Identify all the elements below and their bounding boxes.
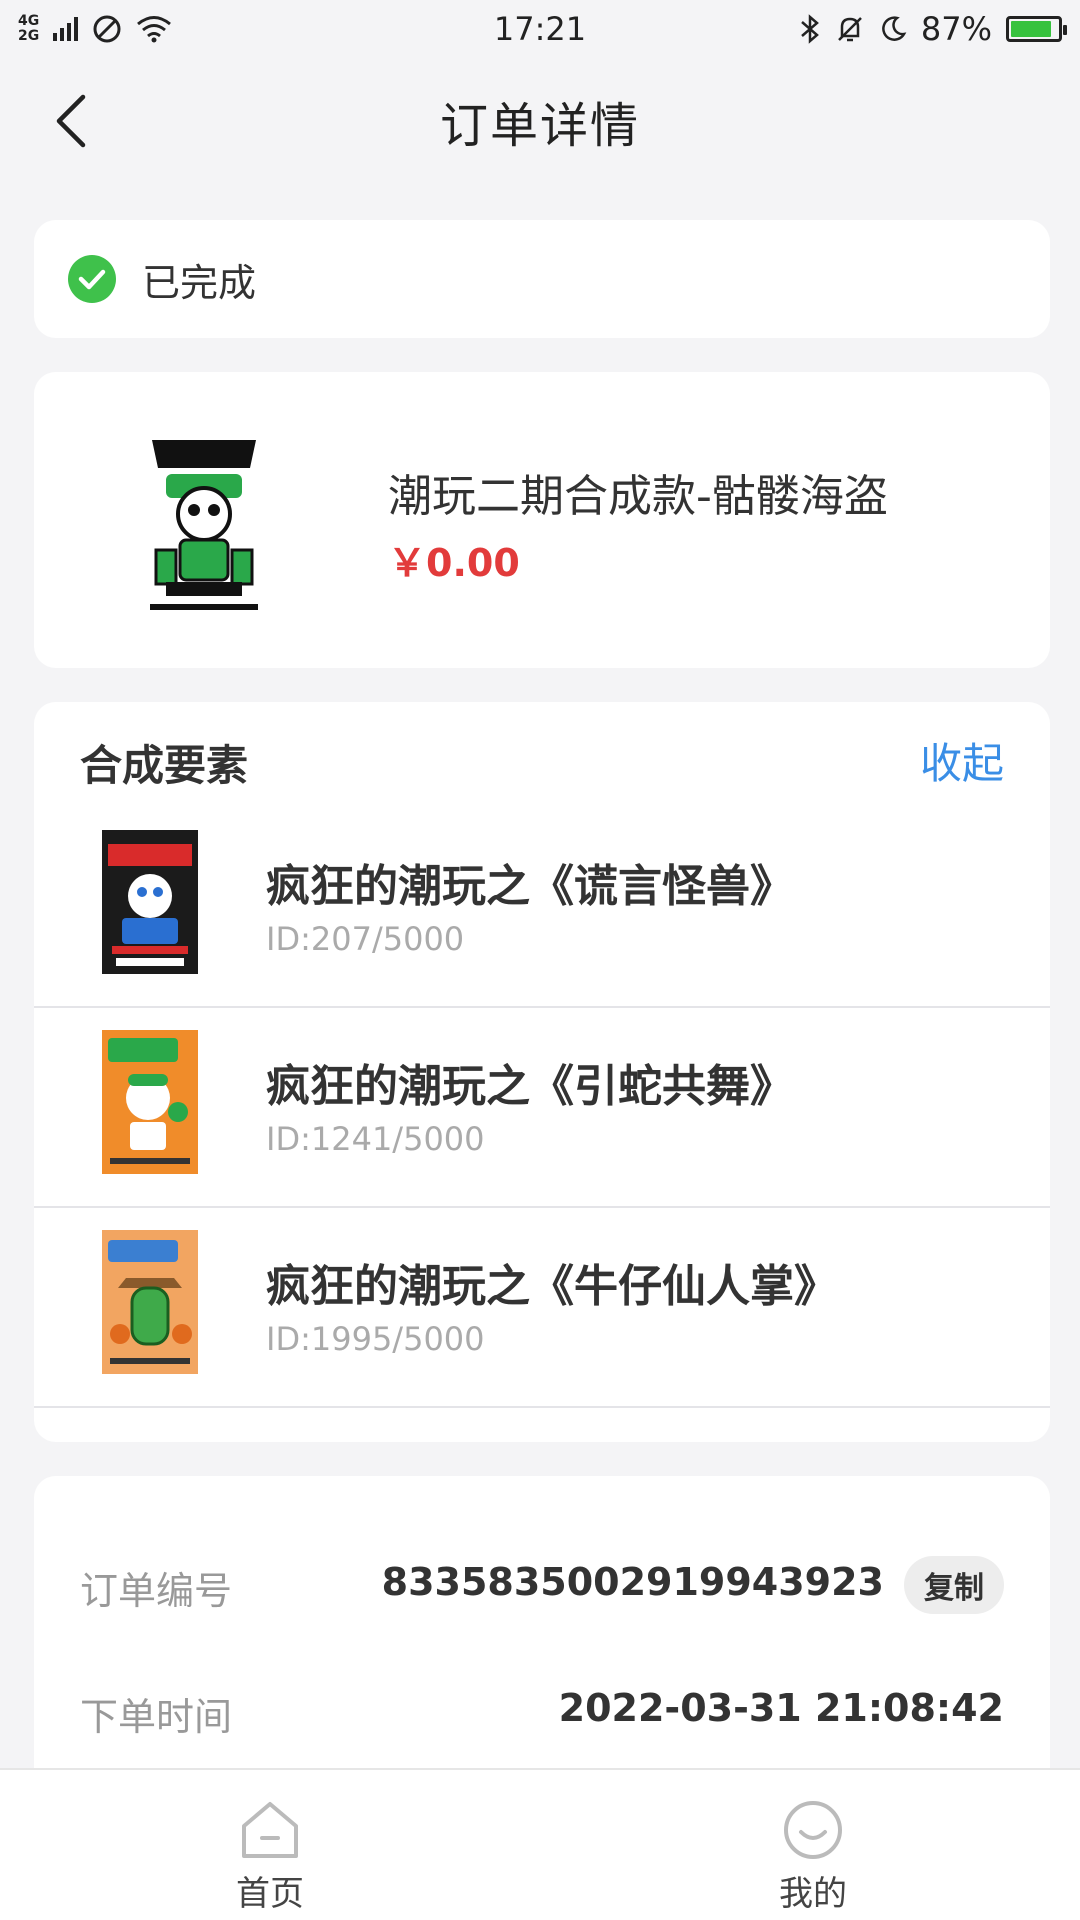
home-icon — [242, 1802, 298, 1858]
item-thumbnail — [102, 1030, 198, 1174]
bell-off-icon — [837, 17, 862, 42]
dnd-icon — [93, 15, 121, 43]
order-status-text: 已完成 — [142, 260, 257, 305]
product-name: 潮玩二期合成款-骷髅海盗 — [388, 471, 888, 522]
chevron-left-icon — [56, 94, 86, 148]
check-circle-icon — [68, 255, 116, 303]
product-card[interactable]: 潮玩二期合成款-骷髅海盗 ￥0.00 — [34, 372, 1050, 668]
item-id: ID:1995/5000 — [266, 1320, 485, 1358]
product-price: ￥0.00 — [388, 541, 520, 585]
back-button[interactable] — [40, 86, 100, 156]
status-left: 4G 2G — [18, 14, 172, 44]
order-time-label: 下单时间 — [80, 1695, 233, 1739]
signal-icon — [53, 17, 79, 41]
header: 订单详情 — [0, 58, 1080, 184]
battery-level — [1011, 21, 1052, 37]
list-item[interactable]: 疯狂的潮玩之《引蛇共舞》 ID:1241/5000 — [34, 1008, 1050, 1208]
network-2g: 2G — [18, 28, 40, 44]
bluetooth-icon — [801, 14, 819, 44]
order-number-value: 8335835002919943923 — [381, 1560, 884, 1604]
wifi-icon — [137, 16, 172, 43]
synthesis-elements-card: 合成要素 收起 疯狂的潮玩之《谎言怪兽》 ID:207/5000 疯狂的潮玩之《… — [34, 702, 1050, 1442]
clock: 17:21 — [493, 10, 587, 48]
order-number-label: 订单编号 — [80, 1569, 233, 1613]
battery-percent: 87% — [920, 10, 992, 48]
moon-icon — [882, 16, 907, 41]
status-right: 87% — [799, 10, 1067, 48]
item-name: 疯狂的潮玩之《牛仔仙人掌》 — [266, 1261, 838, 1312]
list-item[interactable]: 疯狂的潮玩之《谎言怪兽》 ID:207/5000 — [34, 808, 1050, 1008]
item-name: 疯狂的潮玩之《引蛇共舞》 — [266, 1061, 794, 1112]
nav-mine-label: 我的 — [779, 1874, 847, 1914]
network-4g: 4G — [18, 13, 40, 29]
page-title: 订单详情 — [439, 98, 640, 154]
item-thumbnail — [102, 1230, 198, 1374]
list-item[interactable]: 疯狂的潮玩之《牛仔仙人掌》 ID:1995/5000 — [34, 1208, 1050, 1408]
copy-button[interactable]: 复制 — [904, 1556, 1004, 1614]
product-image — [146, 422, 262, 618]
item-id: ID:1241/5000 — [266, 1120, 485, 1158]
item-id: ID:207/5000 — [266, 920, 465, 958]
network-type: 4G 2G — [18, 14, 39, 44]
status-bar: 4G 2G 17:21 87% — [0, 0, 1080, 58]
order-time-value: 2022-03-31 21:08:42 — [558, 1686, 1004, 1730]
item-name: 疯狂的潮玩之《谎言怪兽》 — [266, 861, 794, 912]
item-thumbnail — [102, 830, 198, 974]
nav-home-label: 首页 — [236, 1874, 304, 1914]
smile-icon — [784, 1801, 842, 1859]
bottom-nav: 首页 我的 — [0, 1768, 1080, 1920]
nav-mine[interactable]: 我的 — [733, 1800, 893, 1915]
section-title: 合成要素 — [80, 741, 249, 790]
order-status-card: 已完成 — [34, 220, 1050, 338]
collapse-button[interactable]: 收起 — [920, 730, 1004, 791]
nav-home[interactable]: 首页 — [190, 1800, 350, 1915]
battery-icon — [1006, 16, 1067, 42]
